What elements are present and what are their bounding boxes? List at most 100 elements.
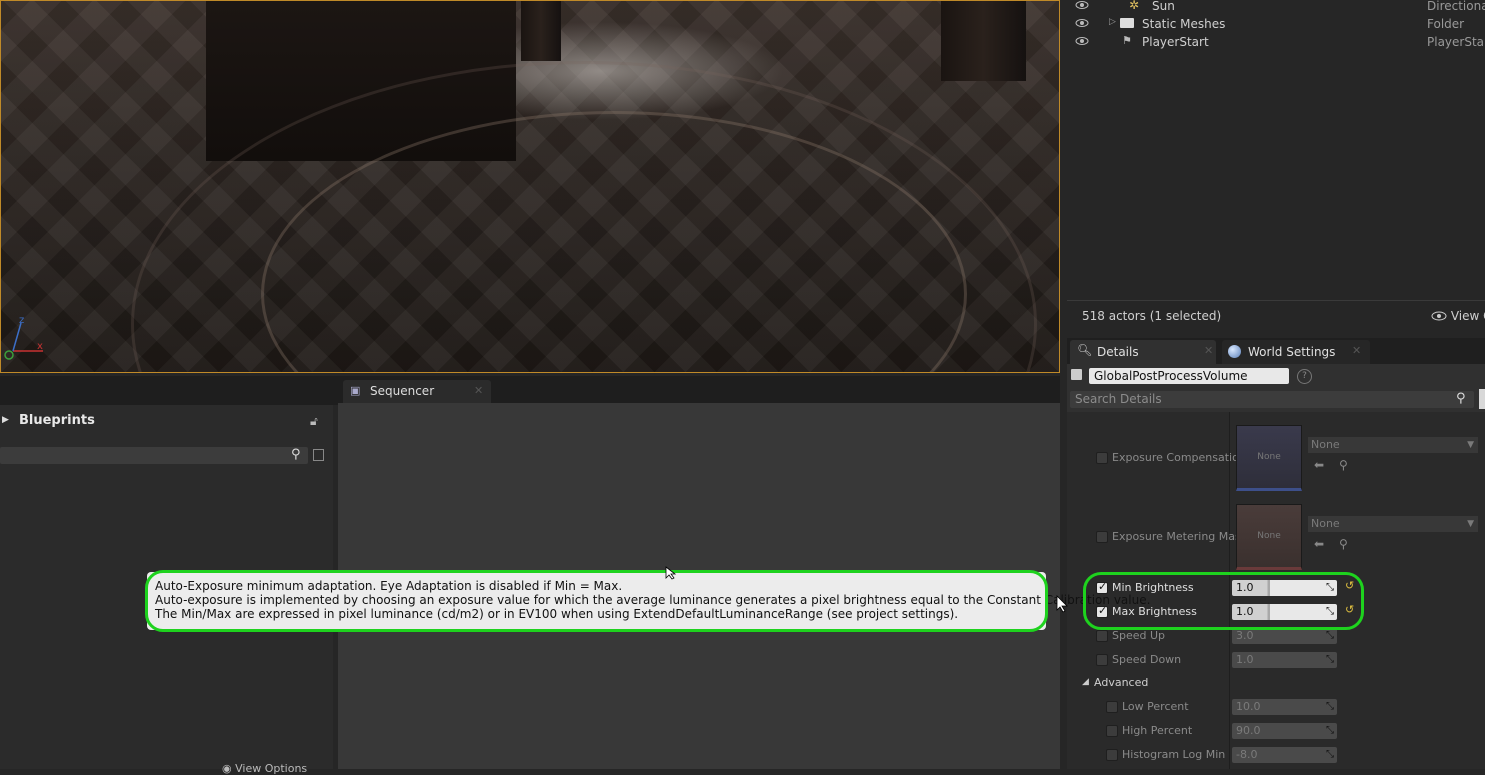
tooltip-line: Auto-Exposure minimum adaptation. Eye Ad… bbox=[155, 579, 623, 593]
texture-thumbnail[interactable]: None bbox=[1236, 425, 1302, 491]
player-start-icon: ⚑ bbox=[1122, 34, 1132, 47]
exposure-compensation-label: Exposure Compensatio bbox=[1112, 451, 1239, 464]
speed-down-checkbox[interactable] bbox=[1096, 654, 1108, 666]
property-tooltip: Auto-Exposure minimum adaptation. Eye Ad… bbox=[147, 572, 1150, 630]
histogram-log-min-checkbox[interactable] bbox=[1106, 749, 1118, 761]
reset-to-default-icon[interactable]: ↺ bbox=[1345, 579, 1354, 592]
outliner-item-type: Folder bbox=[1427, 17, 1465, 31]
collapse-arrow-icon[interactable]: ◢ bbox=[1082, 677, 1089, 687]
reset-to-default-icon[interactable]: ↺ bbox=[1345, 603, 1354, 616]
outliner-footer: 518 actors (1 selected) View O bbox=[1067, 300, 1485, 331]
viewport-pillar bbox=[521, 1, 561, 61]
asset-combo[interactable]: None ▼ bbox=[1308, 437, 1478, 453]
min-brightness-input[interactable]: 1.0 ⤡ bbox=[1232, 580, 1337, 596]
high-percent-checkbox[interactable] bbox=[1106, 725, 1118, 737]
speed-up-value: 3.0 bbox=[1236, 629, 1254, 642]
search-details-input[interactable]: Search Details bbox=[1070, 391, 1474, 408]
tab-details[interactable]: 🔍︎ Details ✕ bbox=[1070, 340, 1216, 364]
actor-name-field[interactable]: GlobalPostProcessVolume bbox=[1089, 368, 1289, 384]
browse-icon[interactable]: ⚲ bbox=[1339, 458, 1348, 472]
visibility-eye-icon[interactable] bbox=[1075, 0, 1089, 12]
low-percent-input[interactable]: 10.0 ⤡ bbox=[1232, 699, 1337, 715]
outliner-row[interactable]: ⚑ PlayerStart PlayerStart bbox=[1067, 34, 1485, 52]
tab-sequencer[interactable]: ▣ Sequencer ✕ bbox=[343, 380, 491, 403]
view-options-button[interactable]: View O bbox=[1431, 309, 1485, 323]
help-icon[interactable]: ? bbox=[1297, 369, 1312, 384]
expand-arrow-icon[interactable]: ▷ bbox=[1109, 17, 1116, 27]
details-panel: GlobalPostProcessVolume ? Search Details… bbox=[1067, 364, 1485, 769]
use-selected-arrow-icon[interactable]: ⬅ bbox=[1314, 537, 1324, 551]
lock-icon[interactable]: 🔓︎ bbox=[310, 414, 318, 429]
outliner-item-name: Sun bbox=[1152, 0, 1175, 13]
expand-arrows-icon: ⤡ bbox=[1326, 725, 1334, 736]
viewport-pillar bbox=[941, 1, 1026, 81]
world-outliner: ✲ Sun DirectionalLig ▷ Static Meshes Fol… bbox=[1067, 0, 1485, 336]
blueprints-search-input[interactable] bbox=[0, 447, 308, 464]
histogram-log-min-value: -8.0 bbox=[1236, 748, 1258, 761]
dropdown-arrow-icon: ▼ bbox=[1467, 440, 1474, 450]
combo-value: None bbox=[1311, 438, 1340, 451]
use-selected-arrow-icon[interactable]: ⬅ bbox=[1314, 458, 1324, 472]
high-percent-label: High Percent bbox=[1122, 724, 1193, 737]
expand-arrows-icon: ⤡ bbox=[1326, 582, 1334, 593]
speed-down-label: Speed Down bbox=[1112, 653, 1182, 666]
low-percent-label: Low Percent bbox=[1122, 700, 1189, 713]
exposure-compensation-checkbox[interactable] bbox=[1096, 452, 1108, 464]
speed-up-label: Speed Up bbox=[1112, 629, 1166, 642]
high-percent-value: 90.0 bbox=[1236, 724, 1261, 737]
exposure-metering-checkbox[interactable] bbox=[1096, 531, 1108, 543]
close-icon[interactable]: ✕ bbox=[1352, 344, 1361, 357]
max-brightness-input[interactable]: 1.0 ⤡ bbox=[1232, 604, 1337, 620]
outliner-item-type: DirectionalLig bbox=[1427, 0, 1485, 13]
expand-arrows-icon: ⤡ bbox=[1326, 749, 1334, 760]
level-viewport[interactable]: x z bbox=[0, 0, 1060, 373]
speed-down-input[interactable]: 1.0 ⤡ bbox=[1232, 652, 1337, 668]
browse-icon[interactable]: ⚲ bbox=[1339, 537, 1348, 551]
max-brightness-checkbox[interactable] bbox=[1096, 604, 1108, 618]
high-percent-input[interactable]: 90.0 ⤡ bbox=[1232, 723, 1337, 739]
close-icon[interactable]: ✕ bbox=[1204, 344, 1213, 357]
low-percent-checkbox[interactable] bbox=[1106, 701, 1118, 713]
tooltip-line: The Min/Max are expressed in pixel lumin… bbox=[155, 607, 959, 621]
mouse-cursor-icon bbox=[665, 566, 677, 580]
visibility-eye-icon[interactable] bbox=[1075, 16, 1089, 30]
svg-text:z: z bbox=[19, 315, 24, 326]
globe-icon bbox=[1228, 345, 1241, 358]
combo-value: None bbox=[1311, 517, 1340, 530]
expand-arrows-icon: ⤡ bbox=[1326, 701, 1334, 712]
expand-arrow-icon[interactable]: ▶ bbox=[2, 415, 9, 425]
details-tab-bar: 🔍︎ Details ✕ World Settings ✕ bbox=[1067, 338, 1485, 364]
view-options-label: View O bbox=[1450, 309, 1485, 323]
filter-button[interactable] bbox=[1479, 389, 1485, 409]
low-percent-value: 10.0 bbox=[1236, 700, 1261, 713]
panel-title: Blueprints bbox=[19, 413, 95, 428]
expand-arrows-icon: ⤡ bbox=[1326, 654, 1334, 665]
actor-count: 518 actors (1 selected) bbox=[1082, 309, 1222, 323]
asset-combo[interactable]: None ▼ bbox=[1308, 516, 1478, 532]
histogram-log-min-label: Histogram Log Min bbox=[1122, 748, 1226, 761]
advanced-section-label[interactable]: Advanced bbox=[1094, 676, 1148, 689]
search-icon[interactable]: ⚲ bbox=[291, 447, 301, 462]
speed-up-checkbox[interactable] bbox=[1096, 630, 1108, 642]
tab-label: World Settings bbox=[1248, 345, 1336, 359]
outliner-row[interactable]: ✲ Sun DirectionalLig bbox=[1067, 0, 1485, 16]
histogram-log-min-input[interactable]: -8.0 ⤡ bbox=[1232, 747, 1337, 763]
eye-icon bbox=[1431, 311, 1447, 321]
tab-label: Details bbox=[1097, 345, 1139, 359]
speed-up-input[interactable]: 3.0 ⤡ bbox=[1232, 628, 1337, 644]
speed-down-value: 1.0 bbox=[1236, 653, 1254, 666]
outliner-item-type: PlayerStart bbox=[1427, 35, 1485, 49]
tab-world-settings[interactable]: World Settings ✕ bbox=[1222, 340, 1370, 364]
texture-thumbnail[interactable]: None bbox=[1236, 504, 1302, 570]
visibility-eye-icon[interactable] bbox=[1075, 34, 1089, 48]
sequencer-icon: ▣ bbox=[350, 384, 361, 397]
dropdown-arrow-icon: ▼ bbox=[1467, 519, 1474, 529]
axis-gizmo-icon: x z bbox=[4, 315, 43, 360]
tab-label: Sequencer bbox=[370, 384, 435, 398]
save-icon[interactable] bbox=[313, 449, 324, 461]
outliner-row[interactable]: ▷ Static Meshes Folder bbox=[1067, 16, 1485, 34]
expand-arrows-icon: ⤡ bbox=[1326, 606, 1334, 617]
exposure-metering-label: Exposure Metering Mas bbox=[1112, 530, 1241, 543]
close-icon[interactable]: ✕ bbox=[474, 384, 483, 397]
search-icon[interactable]: ⚲ bbox=[1456, 391, 1466, 406]
